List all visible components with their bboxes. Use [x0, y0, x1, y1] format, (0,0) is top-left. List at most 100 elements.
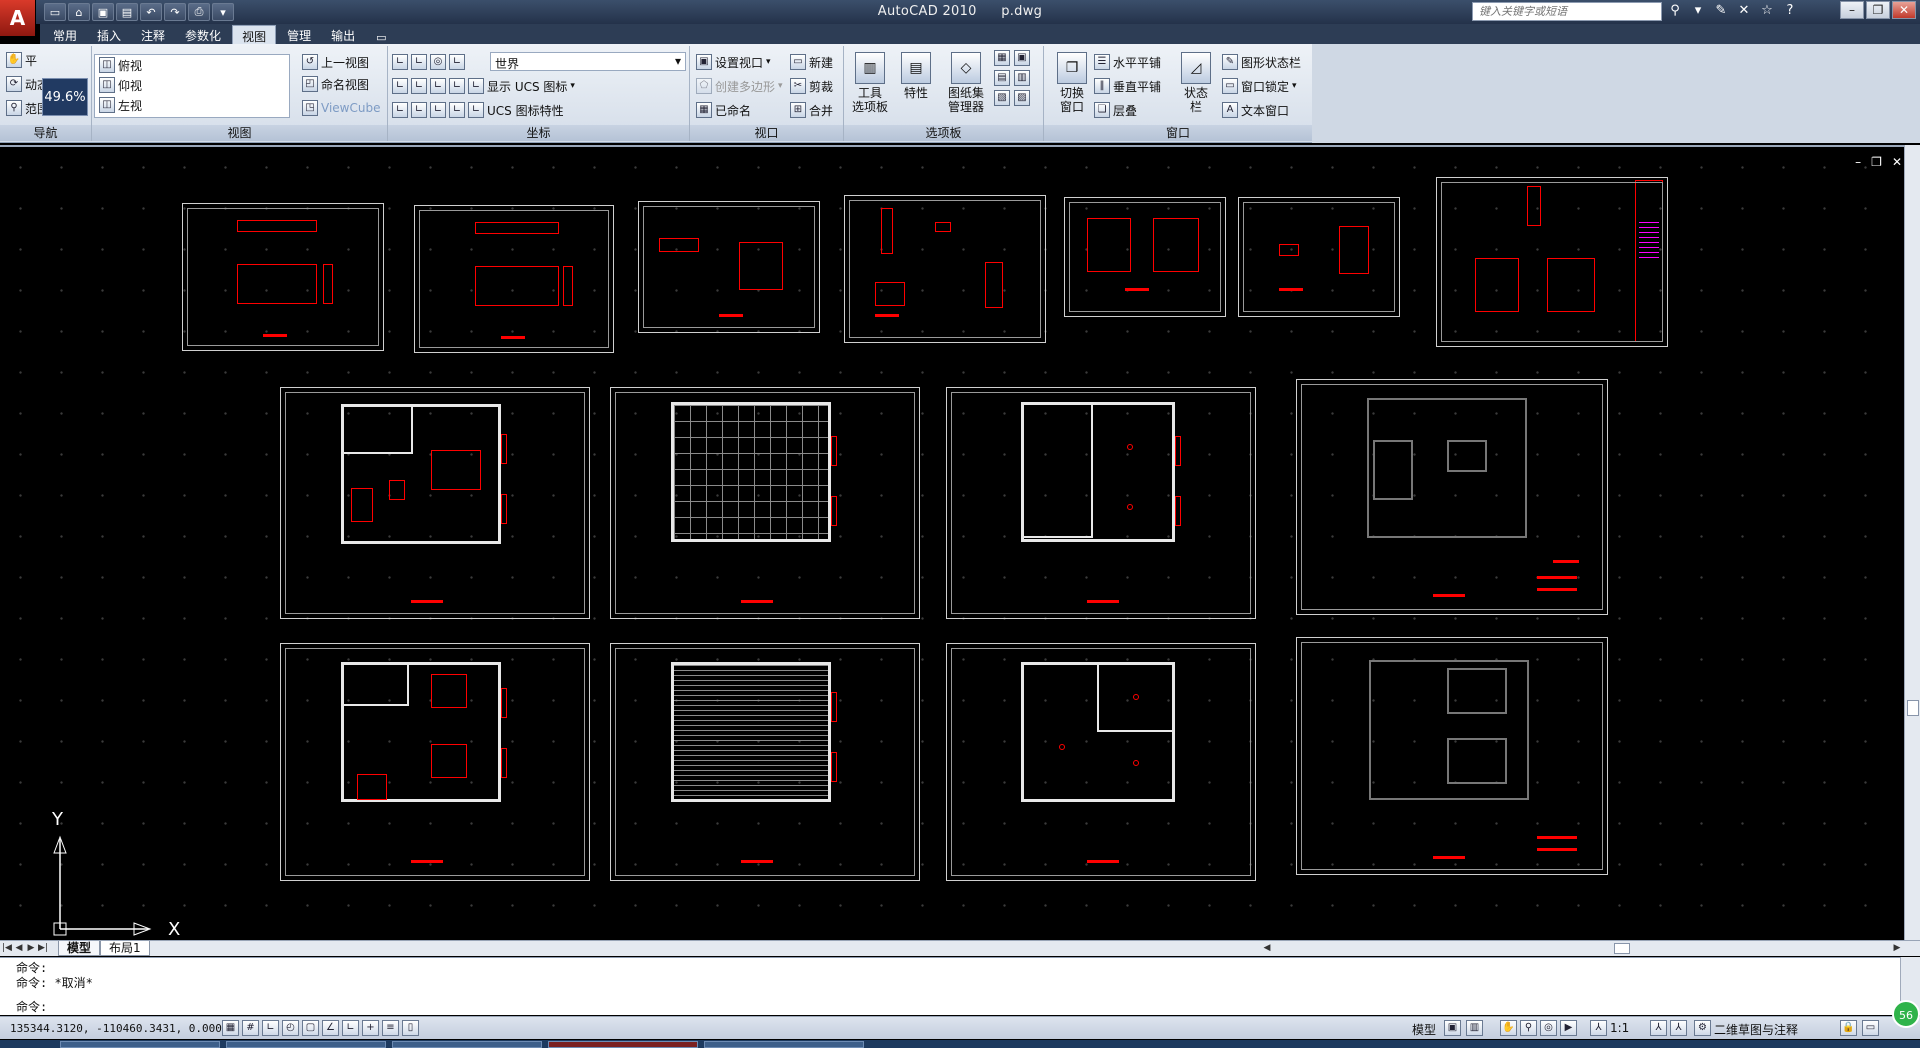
- notification-badge[interactable]: 56: [1892, 1000, 1920, 1028]
- command-line[interactable]: 命令: 命令: *取消* 命令:: [0, 957, 1900, 1015]
- markup-icon[interactable]: ▣: [1014, 50, 1030, 66]
- taskbar-item[interactable]: [226, 1041, 386, 1048]
- ucs-apply-icon[interactable]: ∟: [449, 102, 465, 118]
- zoom-icon[interactable]: ⚲: [1520, 1020, 1537, 1036]
- drawing-sheet[interactable]: [844, 195, 1046, 343]
- qp-icon[interactable]: ▯: [402, 1020, 419, 1036]
- application-menu-button[interactable]: A: [0, 0, 36, 36]
- named-viewports-button[interactable]: ▦ 已命名: [696, 100, 751, 120]
- polar-icon[interactable]: ◴: [282, 1020, 299, 1036]
- ucs-icon-props-label[interactable]: UCS 图标特性: [487, 102, 564, 119]
- named-views-button[interactable]: ◰ 命名视图: [302, 74, 369, 94]
- showmotion-icon[interactable]: ▶: [1560, 1020, 1577, 1036]
- minimize-icon[interactable]: –: [1855, 155, 1861, 169]
- annotation-scale-icon[interactable]: ⅄: [1590, 1020, 1607, 1036]
- poly-viewport-button[interactable]: ⬠ 创建多边形 ▾: [696, 76, 783, 96]
- status-bar-button[interactable]: ◿ 状态 栏: [1174, 48, 1218, 122]
- ucs-view-icon[interactable]: ∟: [449, 54, 465, 70]
- previous-view-button[interactable]: ↺ 上一视图: [302, 52, 369, 72]
- taskbar-item[interactable]: [548, 1041, 698, 1048]
- viewcube-button[interactable]: ◳ ViewCube: [302, 98, 380, 118]
- scroll-right-icon[interactable]: ▶: [1892, 942, 1902, 954]
- wrench-icon[interactable]: ✎: [1711, 2, 1731, 20]
- subscription-icon[interactable]: ▾: [1688, 2, 1708, 20]
- annotation-visibility-icon[interactable]: ⅄: [1650, 1020, 1667, 1036]
- model-toggle[interactable]: 模型: [1412, 1021, 1436, 1038]
- tab-layout1[interactable]: 布局1: [100, 941, 150, 956]
- next-layout-icon[interactable]: ▶: [26, 942, 36, 954]
- ucs-y-icon[interactable]: ∟: [411, 78, 427, 94]
- restore-icon[interactable]: ❐: [1866, 1, 1890, 19]
- workspace-icon[interactable]: ⚙: [1694, 1020, 1711, 1036]
- properties-button[interactable]: ▤ 特性: [894, 48, 938, 122]
- communication-icon[interactable]: ✕: [1734, 2, 1754, 20]
- clean-screen-icon[interactable]: ▭: [1862, 1020, 1879, 1036]
- model-space-canvas[interactable]: – ❐ ✕ Y X: [0, 145, 1920, 942]
- tab-annotate[interactable]: 注释: [132, 25, 174, 44]
- auto-scale-icon[interactable]: ⅄: [1670, 1020, 1687, 1036]
- star-icon[interactable]: ☆: [1757, 2, 1777, 20]
- drawing-sheet[interactable]: [1238, 197, 1400, 317]
- ucs-zaxis-icon[interactable]: ∟: [430, 102, 446, 118]
- close-icon[interactable]: ✕: [1892, 1, 1916, 19]
- coordinates-readout[interactable]: 135344.3120, -110460.3431, 0.0000: [10, 1022, 229, 1035]
- floor-plan-sheet[interactable]: [946, 387, 1256, 619]
- window-lock-button[interactable]: ▭ 窗口锁定 ▾: [1222, 76, 1297, 96]
- taskbar-item[interactable]: [704, 1041, 864, 1048]
- view-bottom[interactable]: ◫ 仰视: [95, 75, 289, 95]
- ucs-3point-icon[interactable]: ∟: [449, 78, 465, 94]
- tab-insert[interactable]: 插入: [88, 25, 130, 44]
- floor-plan-sheet[interactable]: [1296, 379, 1608, 615]
- drawing-sheet[interactable]: [1436, 177, 1668, 347]
- tool-palettes-button[interactable]: ▥ 工具 选项板: [848, 48, 892, 122]
- join-viewport-button[interactable]: ⊞ 合并: [790, 100, 833, 120]
- calc-icon[interactable]: ▤: [994, 70, 1010, 86]
- pan-icon[interactable]: ✋: [1500, 1020, 1517, 1036]
- design-center-icon[interactable]: ▦: [994, 50, 1010, 66]
- close-icon[interactable]: ✕: [1892, 155, 1902, 169]
- taskbar-item[interactable]: [60, 1041, 220, 1048]
- pan-button[interactable]: ✋ 平: [6, 50, 37, 70]
- layout-icon[interactable]: ▣: [1444, 1020, 1461, 1036]
- ucs-origin-icon[interactable]: ∟: [411, 102, 427, 118]
- ucs-x-icon[interactable]: ∟: [392, 78, 408, 94]
- restore-icon[interactable]: ❐: [1871, 155, 1882, 169]
- workspace-switcher[interactable]: 二维草图与注释: [1714, 1021, 1798, 1038]
- layer-icon[interactable]: ▧: [994, 90, 1010, 106]
- command-prompt[interactable]: 命令:: [16, 1000, 47, 1014]
- quick-view-icon[interactable]: ▥: [1466, 1020, 1483, 1036]
- text-window-button[interactable]: A 文本窗口: [1222, 100, 1289, 120]
- drawing-sheet[interactable]: [638, 201, 820, 333]
- ucs-object-icon[interactable]: ◎: [430, 54, 446, 70]
- tab-parametric[interactable]: 参数化: [176, 25, 230, 44]
- tab-model[interactable]: 模型: [58, 941, 101, 956]
- grid-icon[interactable]: #: [242, 1020, 259, 1036]
- vertical-scroll-thumb[interactable]: [1907, 700, 1919, 716]
- floor-plan-sheet[interactable]: [280, 387, 590, 619]
- steering-wheel-icon[interactable]: ◎: [1540, 1020, 1557, 1036]
- ucs-face-icon[interactable]: ∟: [411, 54, 427, 70]
- lineweight-icon[interactable]: ≡: [382, 1020, 399, 1036]
- view-gallery[interactable]: ◫ 俯视 ◫ 仰视 ◫ 左视: [94, 54, 290, 118]
- cascade-button[interactable]: ❏ 层叠: [1094, 100, 1137, 120]
- drawing-sheet[interactable]: [414, 205, 614, 353]
- view-left[interactable]: ◫ 左视: [95, 95, 289, 115]
- lock-icon[interactable]: 🔒: [1840, 1020, 1857, 1036]
- set-viewport-button[interactable]: ▣ 设置视口 ▾: [696, 52, 771, 72]
- ortho-icon[interactable]: ∟: [262, 1020, 279, 1036]
- osnap-icon[interactable]: ▢: [302, 1020, 319, 1036]
- taskbar-item[interactable]: [392, 1041, 542, 1048]
- floor-plan-sheet[interactable]: [280, 643, 590, 881]
- floor-plan-sheet[interactable]: [1296, 637, 1608, 875]
- tab-home[interactable]: 常用: [44, 25, 86, 44]
- ribbon-minimize-icon[interactable]: ▭: [376, 28, 386, 44]
- vertical-scrollbar[interactable]: [1904, 145, 1920, 942]
- annotation-scale-value[interactable]: 1:1: [1610, 1021, 1629, 1035]
- horizontal-scroll-thumb[interactable]: [1614, 943, 1630, 954]
- tab-view[interactable]: 视图: [232, 25, 277, 44]
- new-viewport-button[interactable]: ▭ 新建: [790, 52, 833, 72]
- layout-bar-button[interactable]: ✎ 图形状态栏: [1222, 52, 1301, 72]
- dbconnect-icon[interactable]: ▥: [1014, 70, 1030, 86]
- floor-plan-sheet[interactable]: [610, 643, 920, 881]
- ucs-previous-icon[interactable]: ∟: [392, 102, 408, 118]
